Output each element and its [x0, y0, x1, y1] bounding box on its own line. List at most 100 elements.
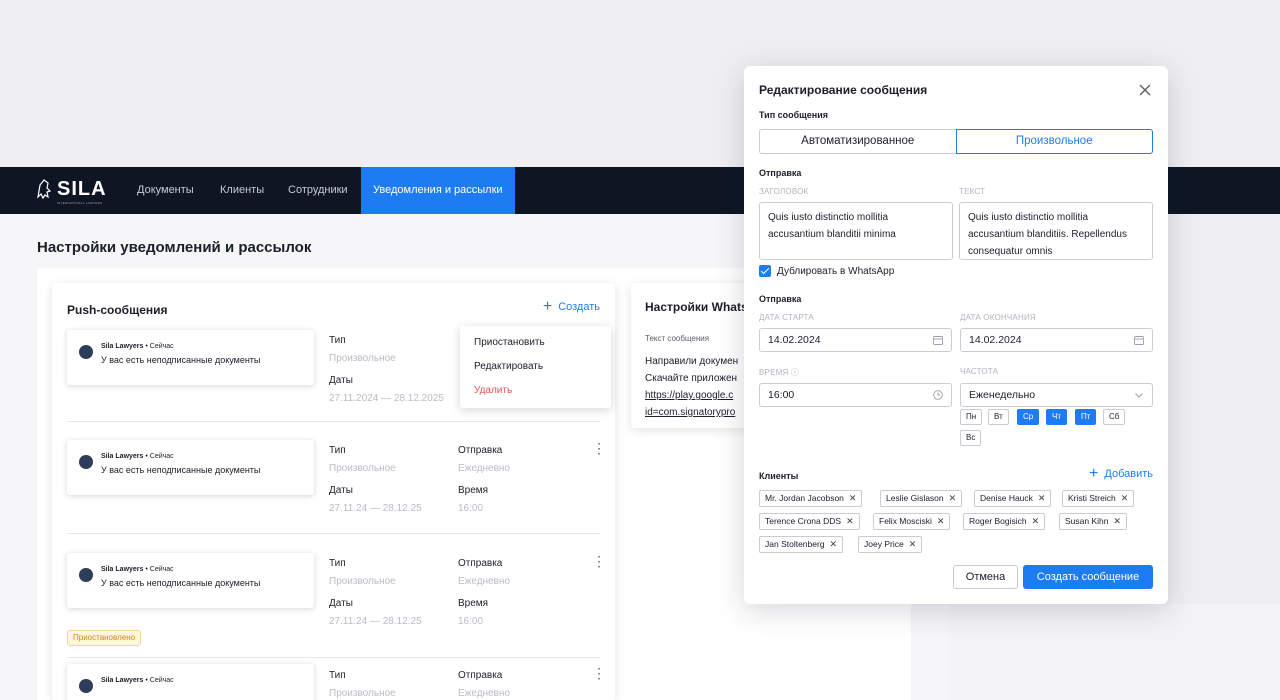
remove-icon[interactable]: ✕	[830, 539, 838, 549]
start-date-value: 14.02.2024	[768, 334, 821, 346]
send-value: Ежедневно	[458, 463, 511, 474]
divider	[67, 657, 600, 658]
type-label: Тип	[329, 445, 346, 456]
remove-icon[interactable]: ✕	[1113, 516, 1121, 526]
start-date-label: ДАТА СТАРТА	[759, 313, 814, 322]
divider	[67, 533, 600, 534]
nav-item-employees[interactable]: Сотрудники	[288, 167, 348, 214]
nav-item-documents[interactable]: Документы	[137, 167, 194, 214]
end-date-label: ДАТА ОКОНЧАНИЯ	[960, 313, 1036, 322]
time-label: Время	[458, 598, 489, 609]
plus-icon: +	[542, 298, 553, 315]
day-toggle-sat[interactable]: Сб	[1103, 409, 1126, 425]
dates-value: 27.11.24 — 28.12.25	[329, 616, 422, 627]
nav-item-clients[interactable]: Клиенты	[220, 167, 264, 214]
add-label: Добавить	[1104, 468, 1153, 480]
app-link[interactable]: https://play.google.c	[645, 387, 738, 404]
day-toggle-tue[interactable]: Вт	[988, 409, 1009, 425]
remove-icon[interactable]: ✕	[849, 493, 857, 503]
dates-value: 27.11.24 — 28.12.25	[329, 503, 422, 514]
menu-item-delete[interactable]: Удалить	[474, 385, 512, 396]
start-date-input[interactable]: 14.02.2024	[759, 328, 952, 352]
push-card-title: Push-сообщения	[67, 303, 168, 317]
dates-label: Даты	[329, 485, 353, 496]
remove-icon[interactable]: ✕	[1032, 516, 1040, 526]
create-push-button[interactable]: + Создать	[542, 298, 600, 315]
send-label: Отправка	[458, 558, 503, 569]
remove-icon[interactable]: ✕	[1038, 493, 1046, 503]
cancel-button[interactable]: Отмена	[953, 565, 1018, 589]
remove-icon[interactable]: ✕	[846, 516, 854, 526]
clock-icon	[933, 390, 943, 400]
end-date-value: 14.02.2024	[969, 334, 1022, 346]
dates-value: 27.11.2024 — 28.12.2025	[329, 393, 444, 404]
checkbox-label: Дублировать в WhatsApp	[777, 265, 895, 277]
clients-label: Клиенты	[759, 471, 799, 481]
page-title: Настройки уведомлений и рассылок	[37, 239, 312, 256]
type-option-custom[interactable]: Произвольное	[955, 129, 1153, 154]
avatar	[79, 345, 93, 359]
end-date-input[interactable]: 14.02.2024	[960, 328, 1153, 352]
day-toggle-thu[interactable]: Чт	[1046, 409, 1067, 425]
type-value: Произвольное	[329, 576, 396, 587]
lion-logo-icon	[37, 179, 52, 200]
notification-text: У вас есть неподписанные документы	[101, 578, 261, 588]
remove-icon[interactable]: ✕	[949, 493, 957, 503]
whatsapp-message-text: Направили докумен Скачайте приложен http…	[645, 353, 738, 421]
send-label: Отправка	[458, 445, 503, 456]
client-tag: Joey Price ✕	[858, 536, 923, 553]
time-value: 16:00	[458, 616, 484, 627]
frequency-value: Еженедельно	[969, 389, 1036, 401]
remove-icon[interactable]: ✕	[909, 539, 917, 549]
day-toggle-wed[interactable]: Ср	[1017, 409, 1040, 425]
notification-sender: Sila Lawyers • Сейчас	[101, 343, 174, 350]
message-text-label: Текст сообщения	[645, 334, 710, 343]
client-tag: Jan Stoltenberg ✕	[759, 536, 844, 553]
logo-subtitle: INTERNATIONAL LAWYERS	[57, 201, 103, 205]
day-toggle-mon[interactable]: Пн	[960, 409, 983, 425]
day-toggle-fri[interactable]: Пт	[1075, 409, 1097, 425]
status-badge: Приостановлено	[67, 630, 142, 646]
logo-text: SILA	[57, 178, 107, 200]
remove-icon[interactable]: ✕	[1121, 493, 1129, 503]
plus-icon: +	[1089, 465, 1099, 482]
client-tag: Leslie Gislason ✕	[880, 490, 963, 507]
more-options-icon[interactable]: ⋮	[592, 441, 606, 455]
whatsapp-duplicate-checkbox[interactable]: Дублировать в WhatsApp	[759, 265, 894, 277]
notification-sender: Sila Lawyers • Сейчас	[101, 677, 174, 684]
time-value: 16:00	[458, 503, 484, 514]
chevron-down-icon	[1135, 393, 1143, 398]
send-value: Ежедневно	[458, 576, 511, 587]
frequency-select[interactable]: Еженедельно	[960, 383, 1153, 407]
time-input[interactable]: 16:00	[759, 383, 952, 407]
avatar	[79, 455, 93, 469]
header-textarea[interactable]: Quis iusto distinctio mollitia accusanti…	[759, 202, 953, 260]
app-link[interactable]: id=com.signatorypro	[645, 404, 738, 421]
more-options-icon[interactable]: ⋮	[592, 554, 606, 568]
client-tag: Denise Hauck ✕	[974, 490, 1052, 507]
add-client-button[interactable]: + Добавить	[1089, 465, 1153, 482]
type-option-automated[interactable]: Автоматизированное	[759, 129, 956, 154]
send-section-label: Отправка	[759, 168, 802, 178]
day-toggle-sun[interactable]: Вс	[960, 430, 982, 446]
nav-item-notifications[interactable]: Уведомления и рассылки	[361, 167, 515, 214]
avatar	[79, 679, 93, 693]
logo[interactable]: SILA INTERNATIONAL LAWYERS	[35, 177, 107, 205]
more-options-icon[interactable]: ⋮	[592, 666, 606, 680]
text-line: Направили докумен	[645, 356, 739, 367]
notification-sender: Sila Lawyers • Сейчас	[101, 566, 174, 573]
remove-icon[interactable]: ✕	[937, 516, 945, 526]
notification-preview: Sila Lawyers • Сейчас У вас есть неподпи…	[67, 440, 314, 495]
notification-text: У вас есть неподписанные документы	[101, 465, 261, 475]
menu-item-edit[interactable]: Редактировать	[474, 361, 543, 372]
type-section-label: Тип сообщения	[759, 110, 829, 120]
time-label: ВРЕМЯ ⓘ	[759, 368, 800, 377]
type-label: Тип	[329, 670, 346, 681]
frequency-label: ЧАСТОТА	[960, 367, 999, 376]
close-icon[interactable]	[1138, 83, 1152, 97]
client-tag: Susan Kihn ✕	[1059, 513, 1128, 530]
menu-item-pause[interactable]: Приостановить	[474, 337, 545, 348]
create-message-button[interactable]: Создать сообщение	[1023, 565, 1153, 589]
text-textarea[interactable]: Quis iusto distinctio mollitia accusanti…	[959, 202, 1153, 260]
edit-message-modal: Редактирование сообщения Тип сообщения А…	[744, 66, 1168, 604]
